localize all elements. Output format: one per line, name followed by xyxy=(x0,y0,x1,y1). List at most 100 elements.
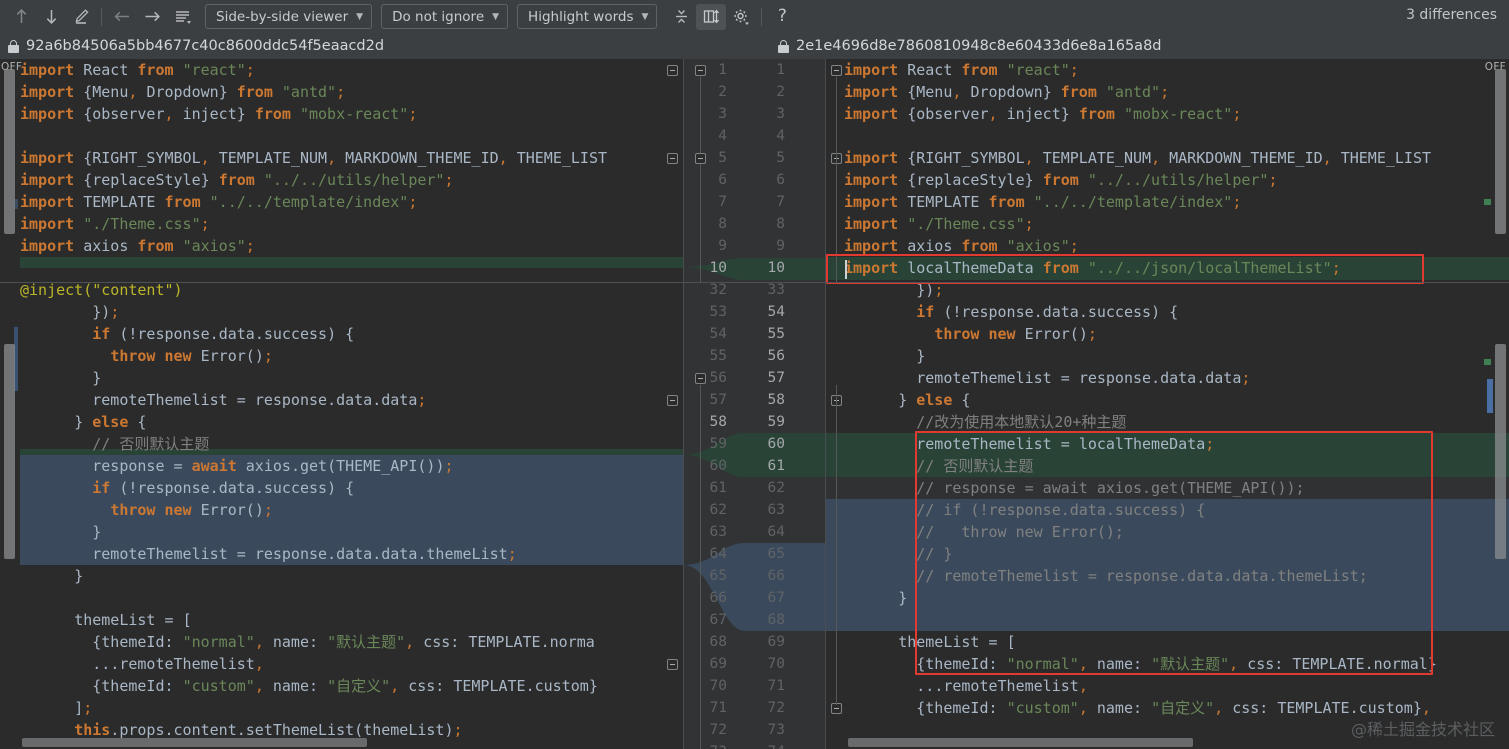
collapse-unchanged-icon[interactable] xyxy=(666,4,696,30)
code-line: import "./Theme.css"; xyxy=(844,215,1034,233)
code-line: }); xyxy=(92,303,120,321)
code-line: {themeId: "normal", name: "默认主题", css: T… xyxy=(916,655,1437,673)
right-change-marker-insert-2[interactable] xyxy=(1484,359,1491,365)
line-number: 68 xyxy=(709,634,727,650)
line-number: 65 xyxy=(709,568,727,584)
code-line: import {observer, inject} from "mobx-rea… xyxy=(20,105,418,123)
right-file-title[interactable]: 2e1e4696d8e7860810948c8e60433d6e8a165a8d xyxy=(778,33,1162,59)
line-number: 57 xyxy=(709,392,727,408)
left-fold-marker-2[interactable] xyxy=(667,153,678,164)
code-line: ]; xyxy=(74,699,93,717)
fold-marker-left-3[interactable] xyxy=(695,373,706,384)
help-icon[interactable]: ? xyxy=(767,4,797,30)
fold-stem xyxy=(700,77,701,282)
diff-editor-area: 1 2 3 4 5 6 7 8 9 10 32 53 54 55 56 57 58 59 60 61 62 63 64 65 6… xyxy=(0,59,1509,749)
chevron-down-icon: ▼ xyxy=(641,11,649,22)
line-number: 5 xyxy=(776,150,785,166)
line-number: 65 xyxy=(767,546,785,562)
right-change-marker-insert[interactable] xyxy=(1484,199,1491,205)
watermark: @稀土掘金技术社区 xyxy=(1350,720,1495,739)
left-code-text: import React from "react"; import {Menu, … xyxy=(20,59,607,741)
left-editor-pane[interactable]: import React from "react"; import {Menu, … xyxy=(0,59,683,749)
line-number: 73 xyxy=(683,741,727,749)
lock-icon xyxy=(778,39,789,53)
line-number: 70 xyxy=(709,678,727,694)
code-line: {themeId: "custom", name: "自定义", css: TE… xyxy=(916,699,1431,717)
line-number: 7 xyxy=(718,194,727,210)
code-line: ...remoteThemelist, xyxy=(916,677,1088,695)
lock-icon xyxy=(8,39,19,53)
line-number: 62 xyxy=(709,502,727,518)
left-horizontal-scrollbar[interactable] xyxy=(22,738,367,747)
line-number: 8 xyxy=(776,216,785,232)
line-number: 55 xyxy=(709,348,727,364)
left-fold-marker-4[interactable] xyxy=(667,659,678,670)
fold-marker-left-2[interactable] xyxy=(695,153,706,164)
viewer-mode-select[interactable]: Side-by-side viewer ▼ xyxy=(205,4,373,29)
apply-right-icon[interactable] xyxy=(137,4,167,30)
toggle-gutter-icon[interactable] xyxy=(696,3,727,30)
diff-options-menu-icon[interactable] xyxy=(167,4,197,30)
right-editor-pane[interactable]: import React from "react"; import {Menu, … xyxy=(826,59,1509,749)
code-line: import React from "react"; xyxy=(844,61,1079,79)
settings-icon[interactable] xyxy=(726,4,756,30)
line-number: 63 xyxy=(709,524,727,540)
line-number: 4 xyxy=(718,128,727,144)
code-line: themeList = [ xyxy=(898,633,1016,651)
code-line: import {replaceStyle} from "../../utils/… xyxy=(20,171,454,189)
highlight-policy-select[interactable]: Highlight words ▼ xyxy=(517,4,658,29)
code-line: import TEMPLATE from "../../template/ind… xyxy=(844,193,1242,211)
left-fold-marker-1[interactable] xyxy=(667,65,678,76)
code-line: import TEMPLATE from "../../template/ind… xyxy=(20,193,418,211)
line-number: 59 xyxy=(767,414,785,430)
left-file-title[interactable]: 92a6b84506a5bb4677c40c8600ddc54f5eaacd2d xyxy=(8,33,384,59)
code-line: import {replaceStyle} from "../../utils/… xyxy=(844,171,1278,189)
line-number: 7 xyxy=(776,194,785,210)
previous-difference-icon[interactable] xyxy=(6,4,36,30)
right-scrollbar-top[interactable] xyxy=(1495,69,1506,234)
right-horizontal-scrollbar[interactable] xyxy=(848,738,1193,747)
code-line: // response = await axios.get(THEME_API(… xyxy=(844,479,1305,497)
line-number: 71 xyxy=(709,700,727,716)
fold-marker-left-1[interactable] xyxy=(695,65,706,76)
line-number: 67 xyxy=(709,612,727,628)
diff-center-gutter: 1 2 3 4 5 6 7 8 9 10 32 53 54 55 56 57 58 59 60 61 62 63 64 65 6… xyxy=(683,59,826,749)
line-number: 9 xyxy=(776,238,785,254)
line-number: 8 xyxy=(718,216,727,232)
code-line: if (!response.data.success) { xyxy=(916,303,1179,321)
line-number: 61 xyxy=(709,480,727,496)
line-number: 72 xyxy=(767,700,785,716)
line-number: 10 xyxy=(709,260,727,276)
revert-left-icon[interactable] xyxy=(107,4,137,30)
line-number: 63 xyxy=(767,502,785,518)
right-scrollbar-bottom[interactable] xyxy=(1495,344,1506,559)
line-number: 57 xyxy=(767,370,785,386)
line-number: 2 xyxy=(718,84,727,100)
code-line: throw new Error(); xyxy=(110,347,273,365)
edit-icon[interactable] xyxy=(66,4,96,30)
line-number: 69 xyxy=(767,634,785,650)
code-line: remoteThemelist = response.data.data; xyxy=(92,391,427,409)
ignore-policy-select[interactable]: Do not ignore ▼ xyxy=(381,4,509,29)
line-number: 55 xyxy=(767,326,785,342)
code-line: // 否则默认主题 xyxy=(844,457,1034,475)
line-number: 2 xyxy=(776,84,785,100)
code-line: } xyxy=(916,347,926,365)
code-line: } xyxy=(898,589,908,607)
code-line: remoteThemelist = response.data.data.the… xyxy=(92,545,517,563)
next-difference-icon[interactable] xyxy=(36,4,66,30)
code-line: import React from "react"; xyxy=(20,61,255,79)
text-caret xyxy=(845,260,847,279)
left-scrollbar-bottom[interactable] xyxy=(4,344,15,559)
left-fold-marker-3[interactable] xyxy=(667,395,678,406)
code-line: //改为使用本地默认20+种主题 xyxy=(844,413,1127,431)
toolbar-separator xyxy=(101,7,102,26)
line-number: 64 xyxy=(767,524,785,540)
left-scrollbar-top[interactable] xyxy=(4,69,15,234)
chevron-down-icon: ▼ xyxy=(492,11,500,22)
right-fold-marker-1[interactable] xyxy=(831,65,842,76)
left-line-numbers: 1 2 3 4 5 6 7 8 9 10 32 53 54 55 56 57 58 59 60 61 62 63 64 65 6… xyxy=(683,59,733,749)
right-change-stripe xyxy=(1487,379,1493,413)
